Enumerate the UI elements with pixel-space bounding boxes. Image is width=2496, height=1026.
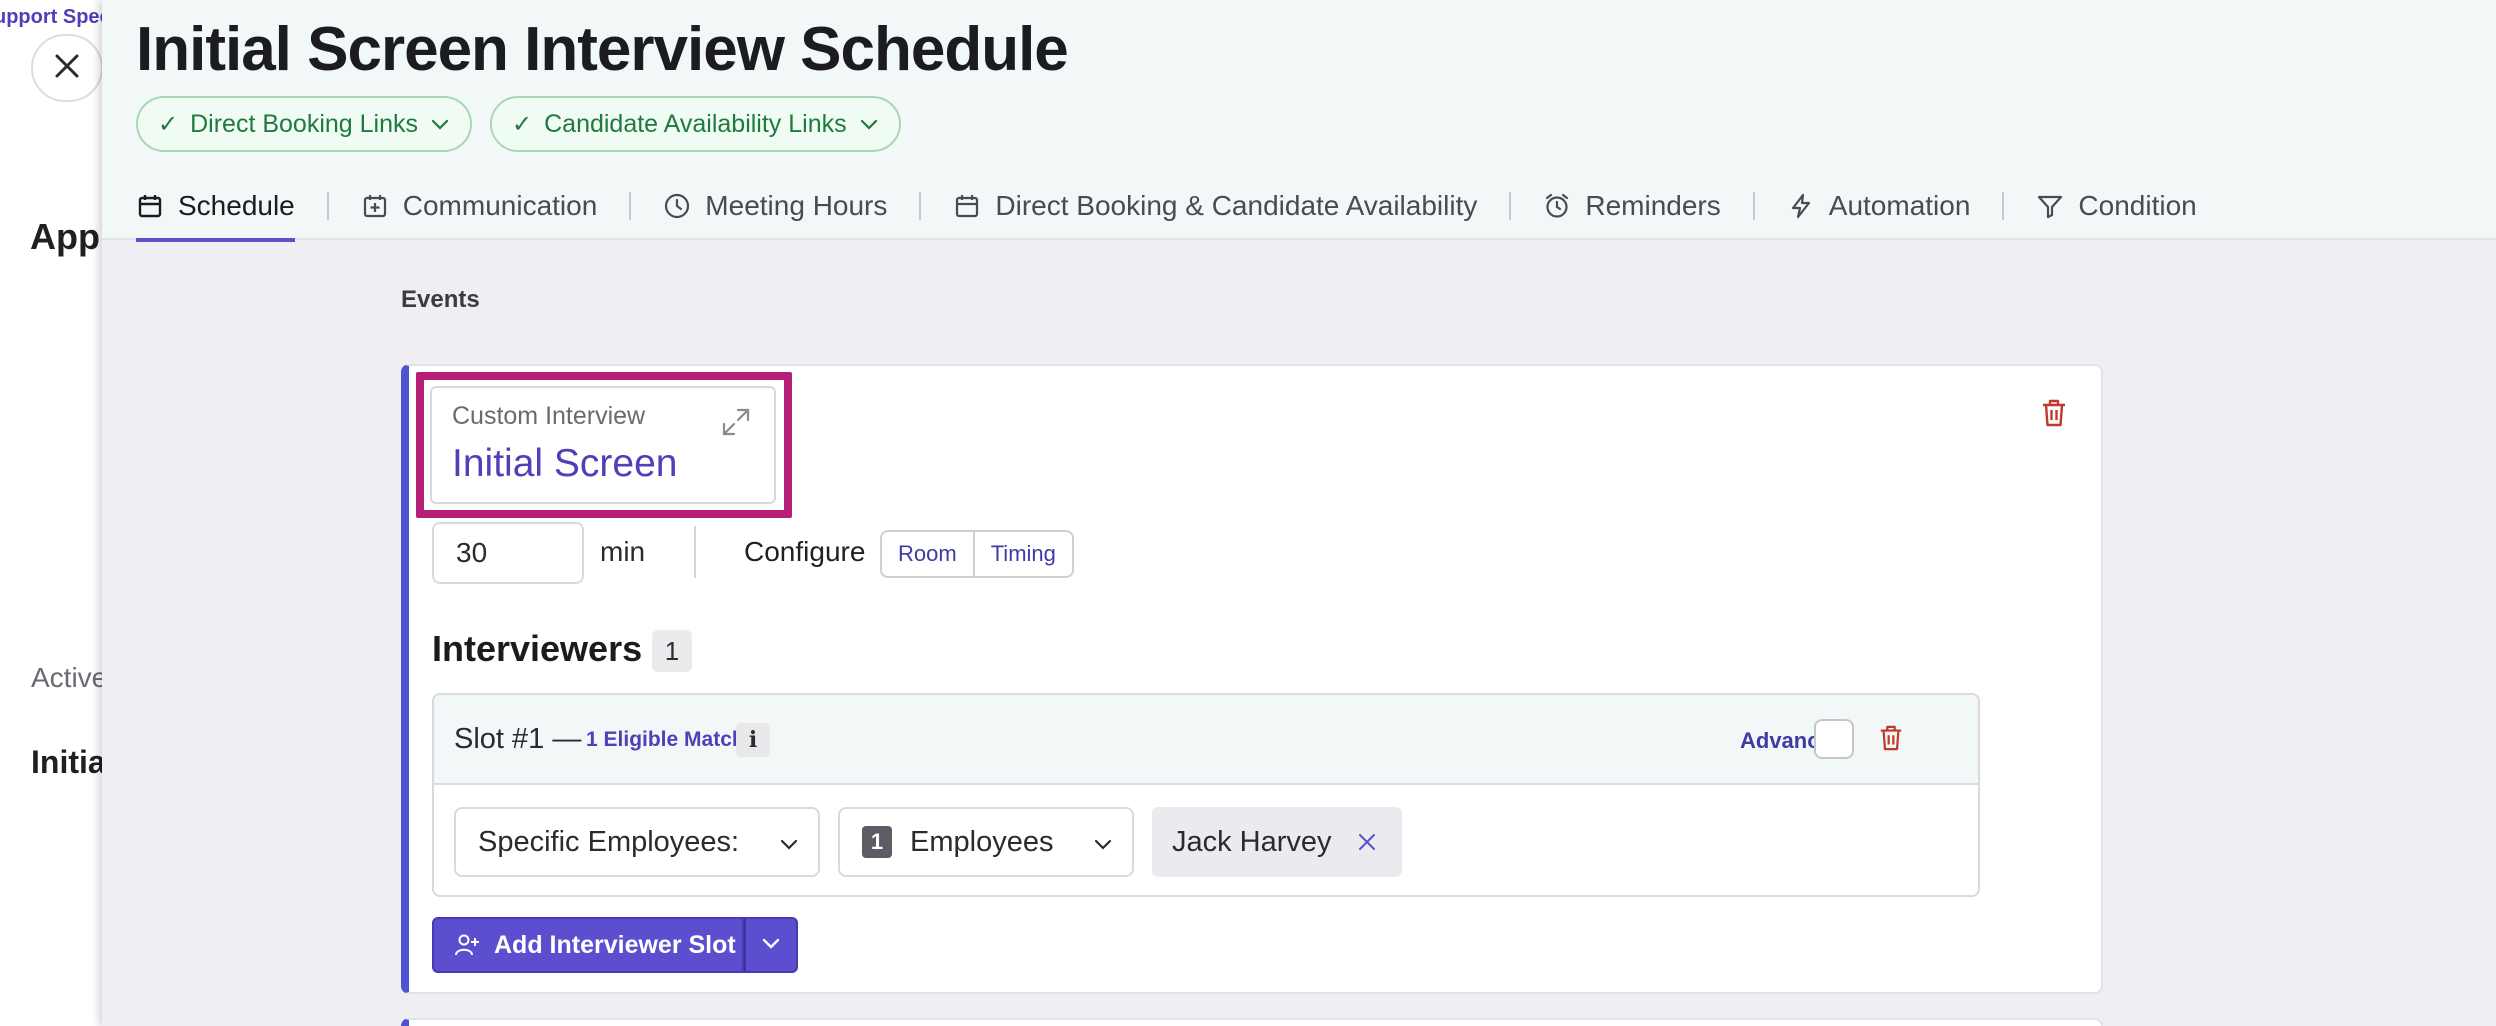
tab-label: Direct Booking & Candidate Availability	[995, 190, 1478, 221]
interview-type-label: Custom Interview	[452, 402, 646, 430]
close-button[interactable]	[31, 34, 103, 102]
pill-label: Candidate Availability Links	[544, 109, 847, 138]
tab-label: Meeting Hours	[705, 190, 888, 221]
check-icon: ✓	[158, 110, 179, 138]
duration-unit-label: min	[600, 536, 646, 567]
selection-type-value: Specific Employees:	[478, 825, 740, 858]
employees-label: Employees	[910, 825, 1054, 858]
advanced-checkbox[interactable]	[1814, 719, 1854, 759]
close-icon	[52, 51, 82, 86]
eligible-match-link[interactable]: 1 Eligible Match	[586, 728, 745, 752]
events-section-label: Events	[401, 286, 480, 313]
interview-name: Initial Screen	[452, 442, 678, 485]
configure-room-button[interactable]: Room	[882, 532, 973, 576]
filter-icon	[2036, 192, 2064, 220]
lightning-icon	[1787, 192, 1815, 220]
configure-segmented-control: Room Timing	[880, 530, 1074, 578]
interview-selector[interactable]: Custom Interview Initial Screen	[430, 386, 776, 504]
tab-bar: Schedule Communication Meeting Hours Dir…	[136, 172, 2197, 242]
add-interviewer-slot-button[interactable]: Add Interviewer Slot	[432, 917, 744, 973]
calendar-plus-icon	[361, 192, 389, 220]
employees-count-badge: 1	[862, 826, 892, 858]
employees-dropdown[interactable]: 1 Employees	[838, 807, 1134, 877]
remove-icon[interactable]	[1356, 831, 1378, 853]
drawer-header: Initial Screen Interview Schedule ✓ Dire…	[102, 0, 2496, 242]
background-active-label: Active	[31, 662, 108, 693]
event-card	[401, 1018, 2103, 1026]
trash-icon[interactable]	[1878, 723, 1904, 753]
chevron-down-icon	[1092, 833, 1114, 855]
add-slot-label: Add Interviewer Slot	[494, 930, 736, 959]
tab-reminders[interactable]: Reminders	[1543, 172, 1721, 240]
tab-label: Condition	[2078, 190, 2197, 221]
tab-label: Communication	[402, 190, 598, 221]
tab-automation[interactable]: Automation	[1787, 172, 1971, 240]
calendar-icon	[136, 192, 164, 220]
direct-booking-links-dropdown[interactable]: ✓ Direct Booking Links	[136, 96, 472, 152]
slot-title: Slot #1 —	[454, 723, 582, 755]
pill-label: Direct Booking Links	[190, 109, 418, 138]
tab-divider	[2002, 192, 2005, 220]
tab-divider	[1509, 192, 1512, 220]
configure-label: Configure	[744, 536, 866, 567]
tab-label: Reminders	[1585, 190, 1721, 221]
tab-condition[interactable]: Condition	[2036, 172, 2197, 240]
tab-label: Schedule	[178, 190, 295, 221]
tab-divider	[919, 192, 922, 220]
chevron-down-icon	[859, 117, 879, 131]
tab-communication[interactable]: Communication	[361, 172, 598, 240]
tab-divider	[326, 192, 329, 220]
tab-schedule[interactable]: Schedule	[136, 172, 295, 242]
info-icon[interactable]: i	[736, 723, 770, 757]
configure-timing-button[interactable]: Timing	[972, 532, 1072, 576]
employee-chip: Jack Harvey	[1152, 807, 1402, 877]
tab-divider	[1752, 192, 1755, 220]
check-icon: ✓	[512, 110, 533, 138]
alarm-clock-icon	[1543, 192, 1571, 220]
candidate-availability-links-dropdown[interactable]: ✓ Candidate Availability Links	[490, 96, 901, 152]
background-heading: App	[30, 216, 100, 257]
interviewer-slot: Slot #1 — 1 Eligible Match i Advanced Sp…	[432, 693, 1980, 897]
trash-icon[interactable]	[2040, 398, 2068, 428]
chevron-down-icon	[430, 117, 450, 131]
page-title: Initial Screen Interview Schedule	[136, 15, 1069, 84]
calendar-icon	[953, 192, 981, 220]
tab-meeting-hours[interactable]: Meeting Hours	[663, 172, 887, 240]
selection-type-dropdown[interactable]: Specific Employees:	[454, 807, 820, 877]
duration-input[interactable]: 30	[432, 522, 584, 584]
slot-header: Slot #1 — 1 Eligible Match i Advanced	[434, 695, 1978, 785]
interviewers-heading: Interviewers	[432, 628, 643, 669]
tab-divider	[629, 192, 632, 220]
add-slot-options-dropdown[interactable]	[744, 917, 798, 973]
interviewers-count-badge: 1	[652, 630, 692, 672]
background-item[interactable]: Initia	[31, 744, 106, 781]
clock-icon	[663, 192, 691, 220]
divider	[694, 526, 696, 578]
employee-name: Jack Harvey	[1172, 825, 1332, 858]
chevron-down-icon	[760, 932, 782, 959]
background-breadcrumb[interactable]: upport Spec	[0, 6, 111, 29]
chevron-down-icon	[778, 833, 800, 855]
tab-label: Automation	[1828, 190, 1971, 221]
expand-icon[interactable]	[720, 406, 752, 438]
add-user-icon	[454, 932, 480, 958]
tab-direct-booking-candidate-availability[interactable]: Direct Booking & Candidate Availability	[953, 172, 1477, 240]
